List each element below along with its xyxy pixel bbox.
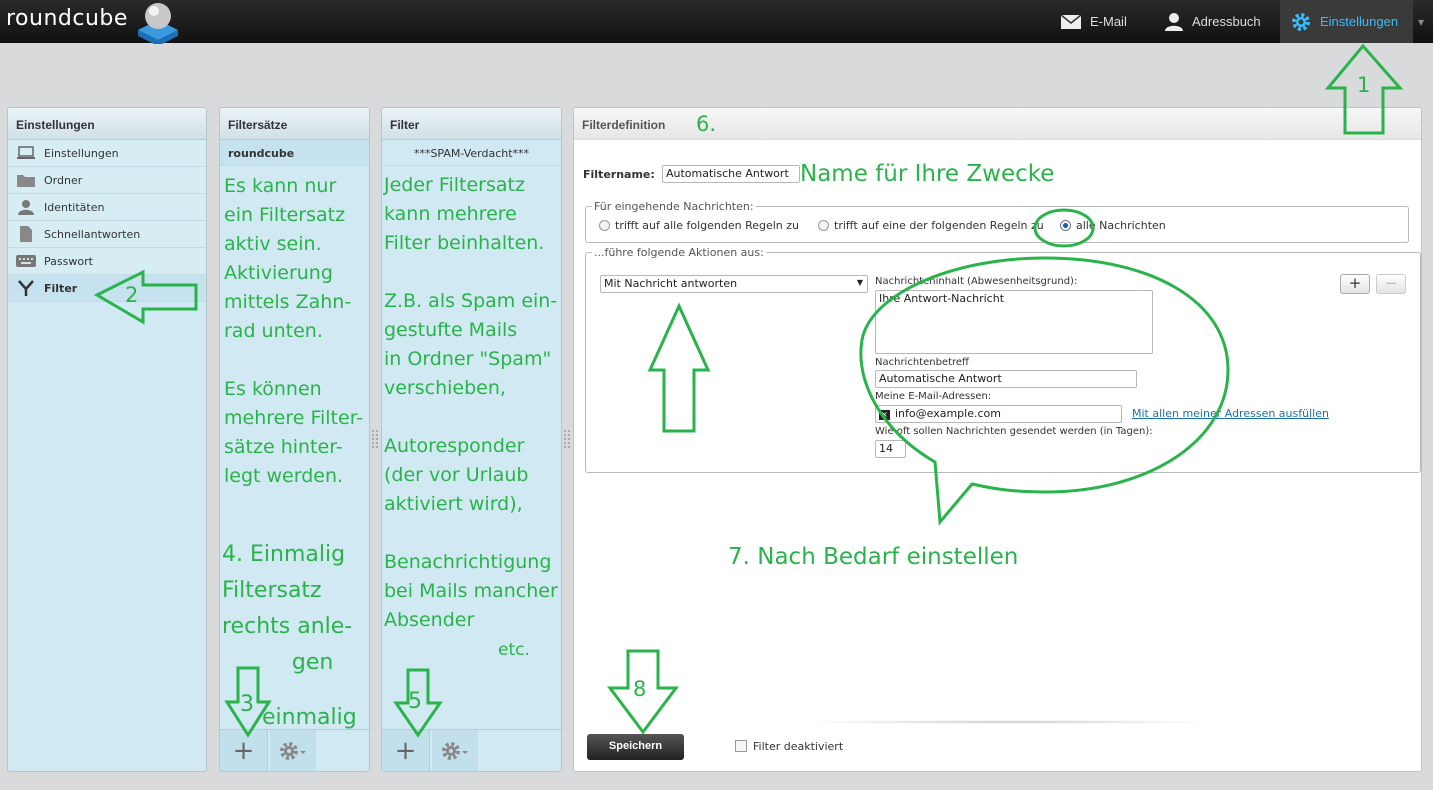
action-select-value: Mit Nachricht antworten xyxy=(604,277,738,290)
address-input[interactable]: × info@example.com xyxy=(875,405,1122,423)
radio-button[interactable] xyxy=(818,220,829,231)
settings-item-label: Einstellungen xyxy=(44,146,119,160)
annotation-3: 3 xyxy=(240,692,254,717)
settings-item-label: Passwort xyxy=(44,254,93,268)
radio-label: trifft auf eine der folgenden Regeln zu xyxy=(834,219,1044,232)
filter-icon xyxy=(16,280,36,296)
body-textarea[interactable]: Ihre Antwort-Nachricht xyxy=(875,290,1153,354)
annotation-name-hint: Name für Ihre Zwecke xyxy=(800,161,1055,187)
radio-button[interactable] xyxy=(599,220,610,231)
top-bar: roundcube E-Mail Adressbuch Einstellunge… xyxy=(0,0,1433,44)
actions-legend: ...führe folgende Aktionen aus: xyxy=(594,246,764,259)
days-label: Wie oft sollen Nachrichten gesendet werd… xyxy=(875,426,1153,437)
radio-label: alle Nachrichten xyxy=(1076,219,1166,232)
splitter-handle[interactable] xyxy=(372,430,378,448)
settings-panel: Einstellungen Einstellungen Ordner Ident… xyxy=(7,107,207,772)
annotation-2: 2 xyxy=(125,283,139,307)
add-filterset-button[interactable]: + xyxy=(220,730,268,771)
app-logo: roundcube xyxy=(6,6,128,31)
plus-icon: + xyxy=(232,736,255,766)
remove-address-icon[interactable]: × xyxy=(879,410,890,420)
annotation-8: 8 xyxy=(633,677,647,701)
filtername-label: Filtername: xyxy=(583,168,655,181)
nav-settings[interactable]: Einstellungen xyxy=(1280,0,1413,43)
checkbox[interactable] xyxy=(735,740,747,752)
nav-addressbook[interactable]: Adressbuch xyxy=(1158,0,1276,43)
person-icon xyxy=(16,199,36,215)
address-value: info@example.com xyxy=(895,407,1001,420)
body-label: Nachrichteninhalt (Abwesenheitsgrund): xyxy=(875,276,1078,287)
annotation-7: 7. Nach Bedarf einstellen xyxy=(728,544,1019,570)
filter-disabled-checkbox[interactable]: Filter deaktiviert xyxy=(735,740,843,753)
subject-label: Nachrichtenbetreff xyxy=(875,357,969,368)
filters-footer: + xyxy=(382,729,561,771)
filtername-input[interactable]: Automatische Antwort xyxy=(662,165,800,183)
radio-all-messages[interactable]: alle Nachrichten xyxy=(1060,219,1166,232)
settings-item-label: Ordner xyxy=(44,173,83,187)
person-icon xyxy=(1165,12,1183,31)
chevron-down-icon[interactable]: ▼ xyxy=(1418,18,1424,27)
filtersets-panel-title: Filtersätze xyxy=(220,108,369,140)
settings-item-passwort[interactable]: Passwort xyxy=(8,248,206,275)
annotation-5: 5 xyxy=(408,689,422,714)
nav-mail-label: E-Mail xyxy=(1090,14,1127,29)
radio-label: trifft auf alle folgenden Regeln zu xyxy=(615,219,800,232)
filter-row[interactable]: ***SPAM-Verdacht*** xyxy=(382,140,561,166)
settings-item-label: Schnellantworten xyxy=(44,227,141,241)
document-icon xyxy=(16,226,36,242)
action-select[interactable]: Mit Nachricht antworten ▼ xyxy=(600,275,868,293)
roundcube-logo-icon xyxy=(138,3,178,44)
gear-icon xyxy=(1292,12,1310,31)
separator xyxy=(800,720,1220,724)
days-input[interactable]: 14 xyxy=(875,440,906,458)
keyboard-icon xyxy=(16,253,36,269)
splitter-handle[interactable] xyxy=(564,430,570,448)
filterset-row[interactable]: roundcube xyxy=(220,140,369,166)
folder-icon xyxy=(16,172,36,188)
radio-any-rule[interactable]: trifft auf eine der folgenden Regeln zu xyxy=(818,219,1044,232)
settings-panel-title: Einstellungen xyxy=(8,108,206,140)
chevron-down-icon: ▼ xyxy=(856,278,863,287)
add-filter-button[interactable]: + xyxy=(382,730,430,771)
monitor-icon xyxy=(16,145,36,161)
filters-panel-title: Filter xyxy=(382,108,561,140)
subject-input[interactable]: Automatische Antwort xyxy=(875,370,1137,388)
addresses-label: Meine E-Mail-Adressen: xyxy=(875,391,992,402)
plus-icon: + xyxy=(394,736,417,766)
filterset-actions-button[interactable] xyxy=(270,730,316,771)
settings-item-label: Identitäten xyxy=(44,200,105,214)
settings-item-label: Filter xyxy=(44,281,78,295)
annotation-filtersets: Es kann nur ein Filtersatz aktiv sein. A… xyxy=(224,175,364,487)
add-action-button[interactable]: + xyxy=(1340,274,1370,294)
gear-icon xyxy=(442,742,468,760)
nav-addressbook-label: Adressbuch xyxy=(1192,14,1261,29)
settings-item-einstellungen[interactable]: Einstellungen xyxy=(8,140,206,167)
gear-icon xyxy=(280,742,306,760)
annotation-4: 4. Einmalig Filtersatz rechts anle- gen xyxy=(222,542,353,675)
save-button[interactable]: Speichern xyxy=(587,734,684,760)
settings-item-ordner[interactable]: Ordner xyxy=(8,167,206,194)
settings-item-schnellantworten[interactable]: Schnellantworten xyxy=(8,221,206,248)
nav-mail[interactable]: E-Mail xyxy=(1060,0,1150,43)
checkbox-label: Filter deaktiviert xyxy=(753,740,844,753)
envelope-icon xyxy=(1060,13,1082,29)
filtersets-footer: + xyxy=(220,729,369,771)
filter-actions-button[interactable] xyxy=(432,730,478,771)
settings-item-filter[interactable]: Filter xyxy=(8,275,206,302)
radio-button-selected[interactable] xyxy=(1060,220,1071,231)
settings-item-identitaeten[interactable]: Identitäten xyxy=(8,194,206,221)
incoming-legend: Für eingehende Nachrichten: xyxy=(594,200,754,213)
annotation-3-text: einmalig xyxy=(262,705,357,730)
radio-all-rules[interactable]: trifft auf alle folgenden Regeln zu xyxy=(599,219,799,232)
annotation-etc: etc. xyxy=(498,640,530,660)
fill-addresses-link[interactable]: Mit allen meiner Adressen ausfüllen xyxy=(1132,407,1329,420)
annotation-6: 6. xyxy=(696,112,717,136)
remove-action-button[interactable]: − xyxy=(1376,274,1406,294)
annotation-filters: Jeder Filtersatz kann mehrere Filter bei… xyxy=(384,174,558,631)
annotation-1: 1 xyxy=(1357,73,1371,97)
nav-settings-label: Einstellungen xyxy=(1320,14,1399,29)
